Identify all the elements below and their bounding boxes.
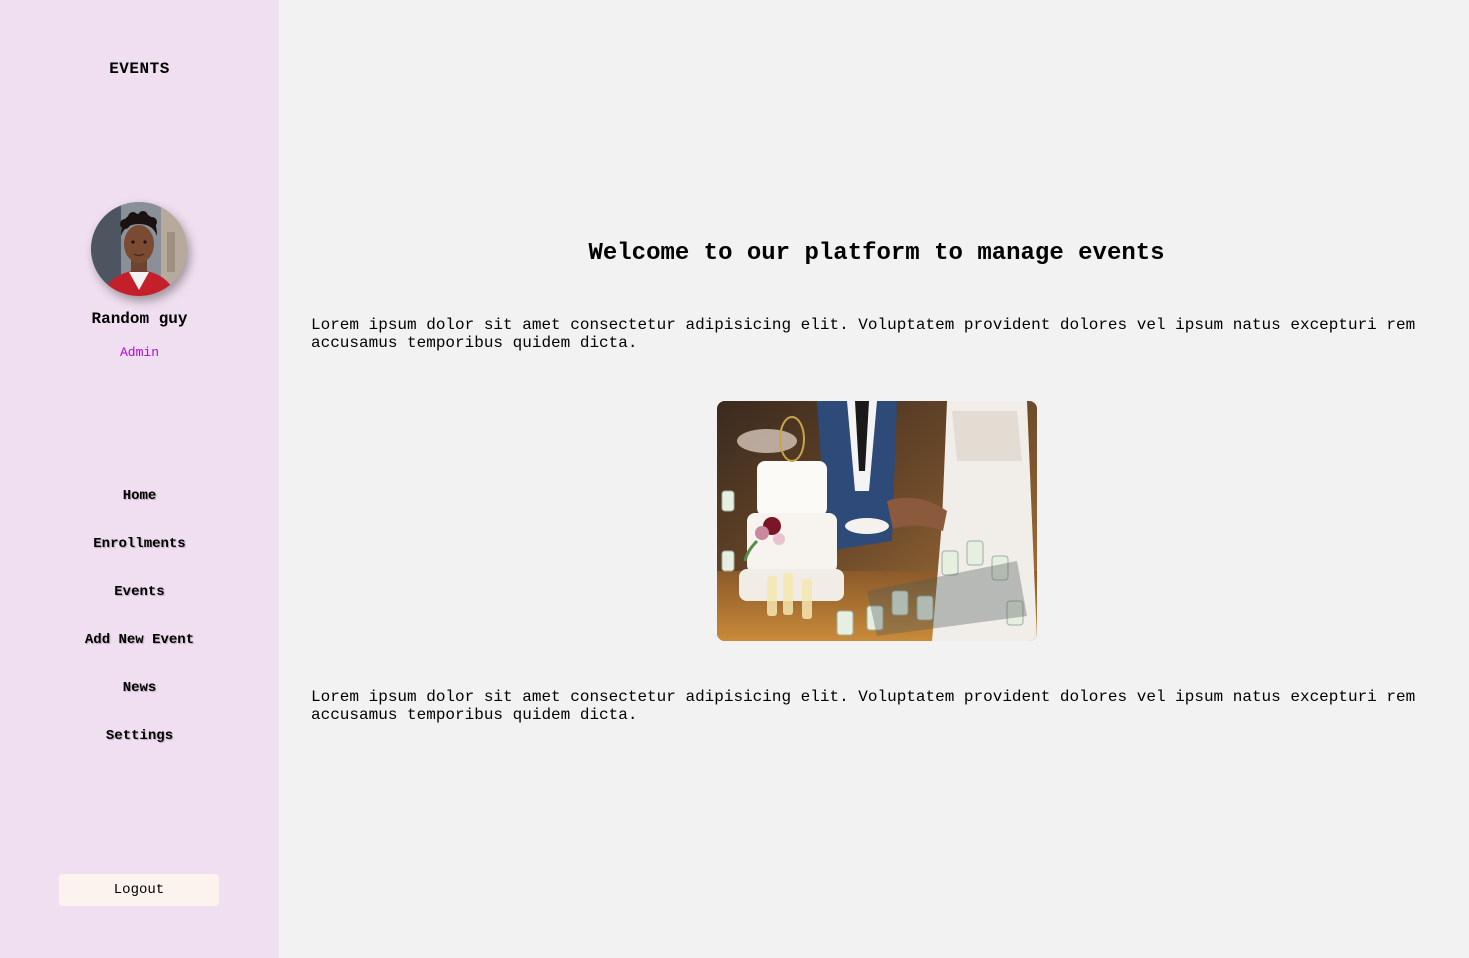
nav-item-news[interactable]: News	[0, 677, 279, 725]
wedding-cake-image	[717, 401, 1037, 641]
nav-item-enrollments[interactable]: Enrollments	[0, 533, 279, 581]
nav-item-settings[interactable]: Settings	[0, 725, 279, 773]
nav-item-home[interactable]: Home	[0, 485, 279, 533]
nav-item-events[interactable]: Events	[0, 581, 279, 629]
avatar	[91, 202, 187, 296]
brand-title: EVENTS	[109, 60, 170, 78]
main-content: Welcome to our platform to manage events…	[279, 0, 1469, 958]
app-root: EVENTS Random guy Admin Home Enrollments…	[0, 0, 1469, 958]
intro-paragraph: Lorem ipsum dolor sit amet consectetur a…	[311, 316, 1416, 352]
user-role: Admin	[119, 345, 159, 360]
sidebar-nav: Home Enrollments Events Add New Event Ne…	[0, 485, 279, 773]
logout-button[interactable]: Logout	[59, 874, 219, 906]
nav-item-add-new-event[interactable]: Add New Event	[0, 629, 279, 677]
sidebar: EVENTS Random guy Admin Home Enrollments…	[0, 0, 279, 958]
secondary-paragraph: Lorem ipsum dolor sit amet consectetur a…	[311, 688, 1416, 724]
page-heading: Welcome to our platform to manage events	[588, 240, 1165, 267]
user-name: Random guy	[91, 310, 188, 328]
